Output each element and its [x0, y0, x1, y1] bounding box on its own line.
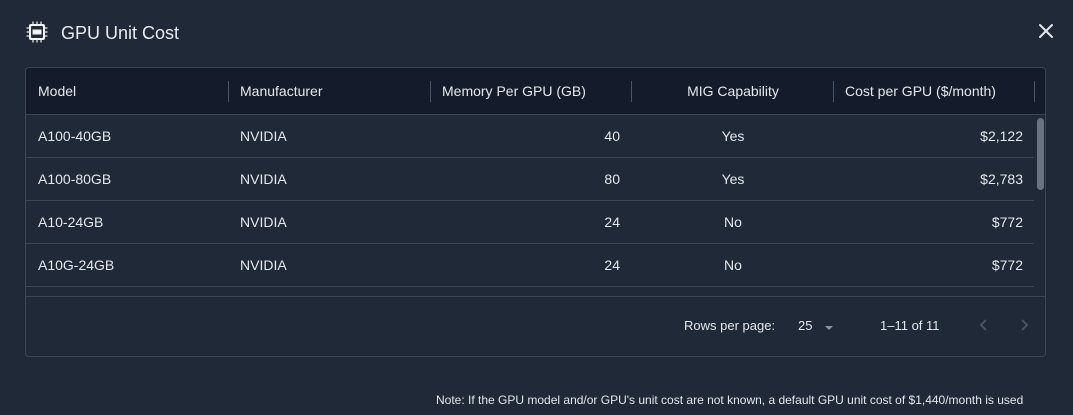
table-row[interactable]: A10G-24GB NVIDIA 24 No $772	[26, 244, 1036, 287]
rows-per-page-select[interactable]: 25	[796, 315, 838, 337]
column-header-model[interactable]: Model	[38, 68, 228, 114]
gpu-chip-icon	[26, 21, 48, 43]
gpu-cost-table: Model Manufacturer Memory Per GPU (GB) M…	[25, 67, 1046, 357]
cell-cost: $2,122	[980, 128, 1023, 144]
page-range: 1–11 of 11	[880, 318, 940, 333]
cell-manufacturer: NVIDIA	[240, 214, 287, 230]
cell-memory: 24	[604, 214, 620, 230]
table-body: A100-40GB NVIDIA 40 Yes $2,122 A100-80GB…	[26, 115, 1036, 295]
column-separator	[430, 81, 431, 102]
column-header-mig[interactable]: MIG Capability	[632, 68, 834, 114]
cell-memory: 40	[604, 128, 620, 144]
column-header-cost[interactable]: Cost per GPU ($/month)	[845, 68, 1035, 114]
table-row-partial[interactable]	[26, 287, 1036, 295]
cell-cost: $772	[991, 214, 1023, 230]
cell-cost: $772	[991, 257, 1023, 273]
column-separator	[1034, 81, 1035, 102]
chevron-left-icon[interactable]	[974, 315, 994, 335]
cell-cost: $2,783	[980, 171, 1023, 187]
table-row[interactable]: A100-80GB NVIDIA 80 Yes $2,783	[26, 158, 1036, 201]
table-row[interactable]: A100-40GB NVIDIA 40 Yes $2,122	[26, 115, 1036, 158]
cell-model: A100-40GB	[38, 128, 112, 144]
table-scrollbar[interactable]	[1034, 115, 1045, 295]
dialog-header: GPU Unit Cost	[0, 0, 1073, 66]
column-header-memory[interactable]: Memory Per GPU (GB)	[442, 68, 632, 114]
cell-model: A100-80GB	[38, 171, 112, 187]
cell-memory: 24	[604, 257, 620, 273]
cell-model: A10-24GB	[38, 214, 104, 230]
table-row[interactable]: A10-24GB NVIDIA 24 No $772	[26, 201, 1036, 244]
table-header: Model Manufacturer Memory Per GPU (GB) M…	[26, 68, 1045, 115]
cell-memory: 80	[604, 171, 620, 187]
column-separator	[833, 81, 834, 102]
cell-manufacturer: NVIDIA	[240, 128, 287, 144]
cell-manufacturer: NVIDIA	[240, 257, 287, 273]
cell-manufacturer: NVIDIA	[240, 171, 287, 187]
cell-mig: Yes	[721, 171, 745, 187]
column-header-manufacturer[interactable]: Manufacturer	[240, 68, 430, 114]
cell-mig: No	[724, 214, 742, 230]
cell-model: A10G-24GB	[38, 257, 115, 273]
rows-per-page-label: Rows per page:	[684, 318, 776, 333]
close-icon[interactable]	[1034, 19, 1058, 43]
column-separator	[228, 81, 229, 102]
table-pagination: Rows per page: 25 1–11 of 11	[26, 296, 1045, 356]
scrollbar-thumb[interactable]	[1037, 118, 1044, 190]
dialog-title: GPU Unit Cost	[61, 23, 180, 43]
cell-mig: No	[724, 257, 742, 273]
chevron-right-icon[interactable]	[1014, 315, 1034, 335]
rows-per-page-value: 25	[798, 318, 813, 333]
cell-mig: Yes	[721, 128, 745, 144]
default-cost-note: Note: If the GPU model and/or GPU's unit…	[436, 393, 1024, 407]
caret-down-icon	[823, 321, 835, 333]
